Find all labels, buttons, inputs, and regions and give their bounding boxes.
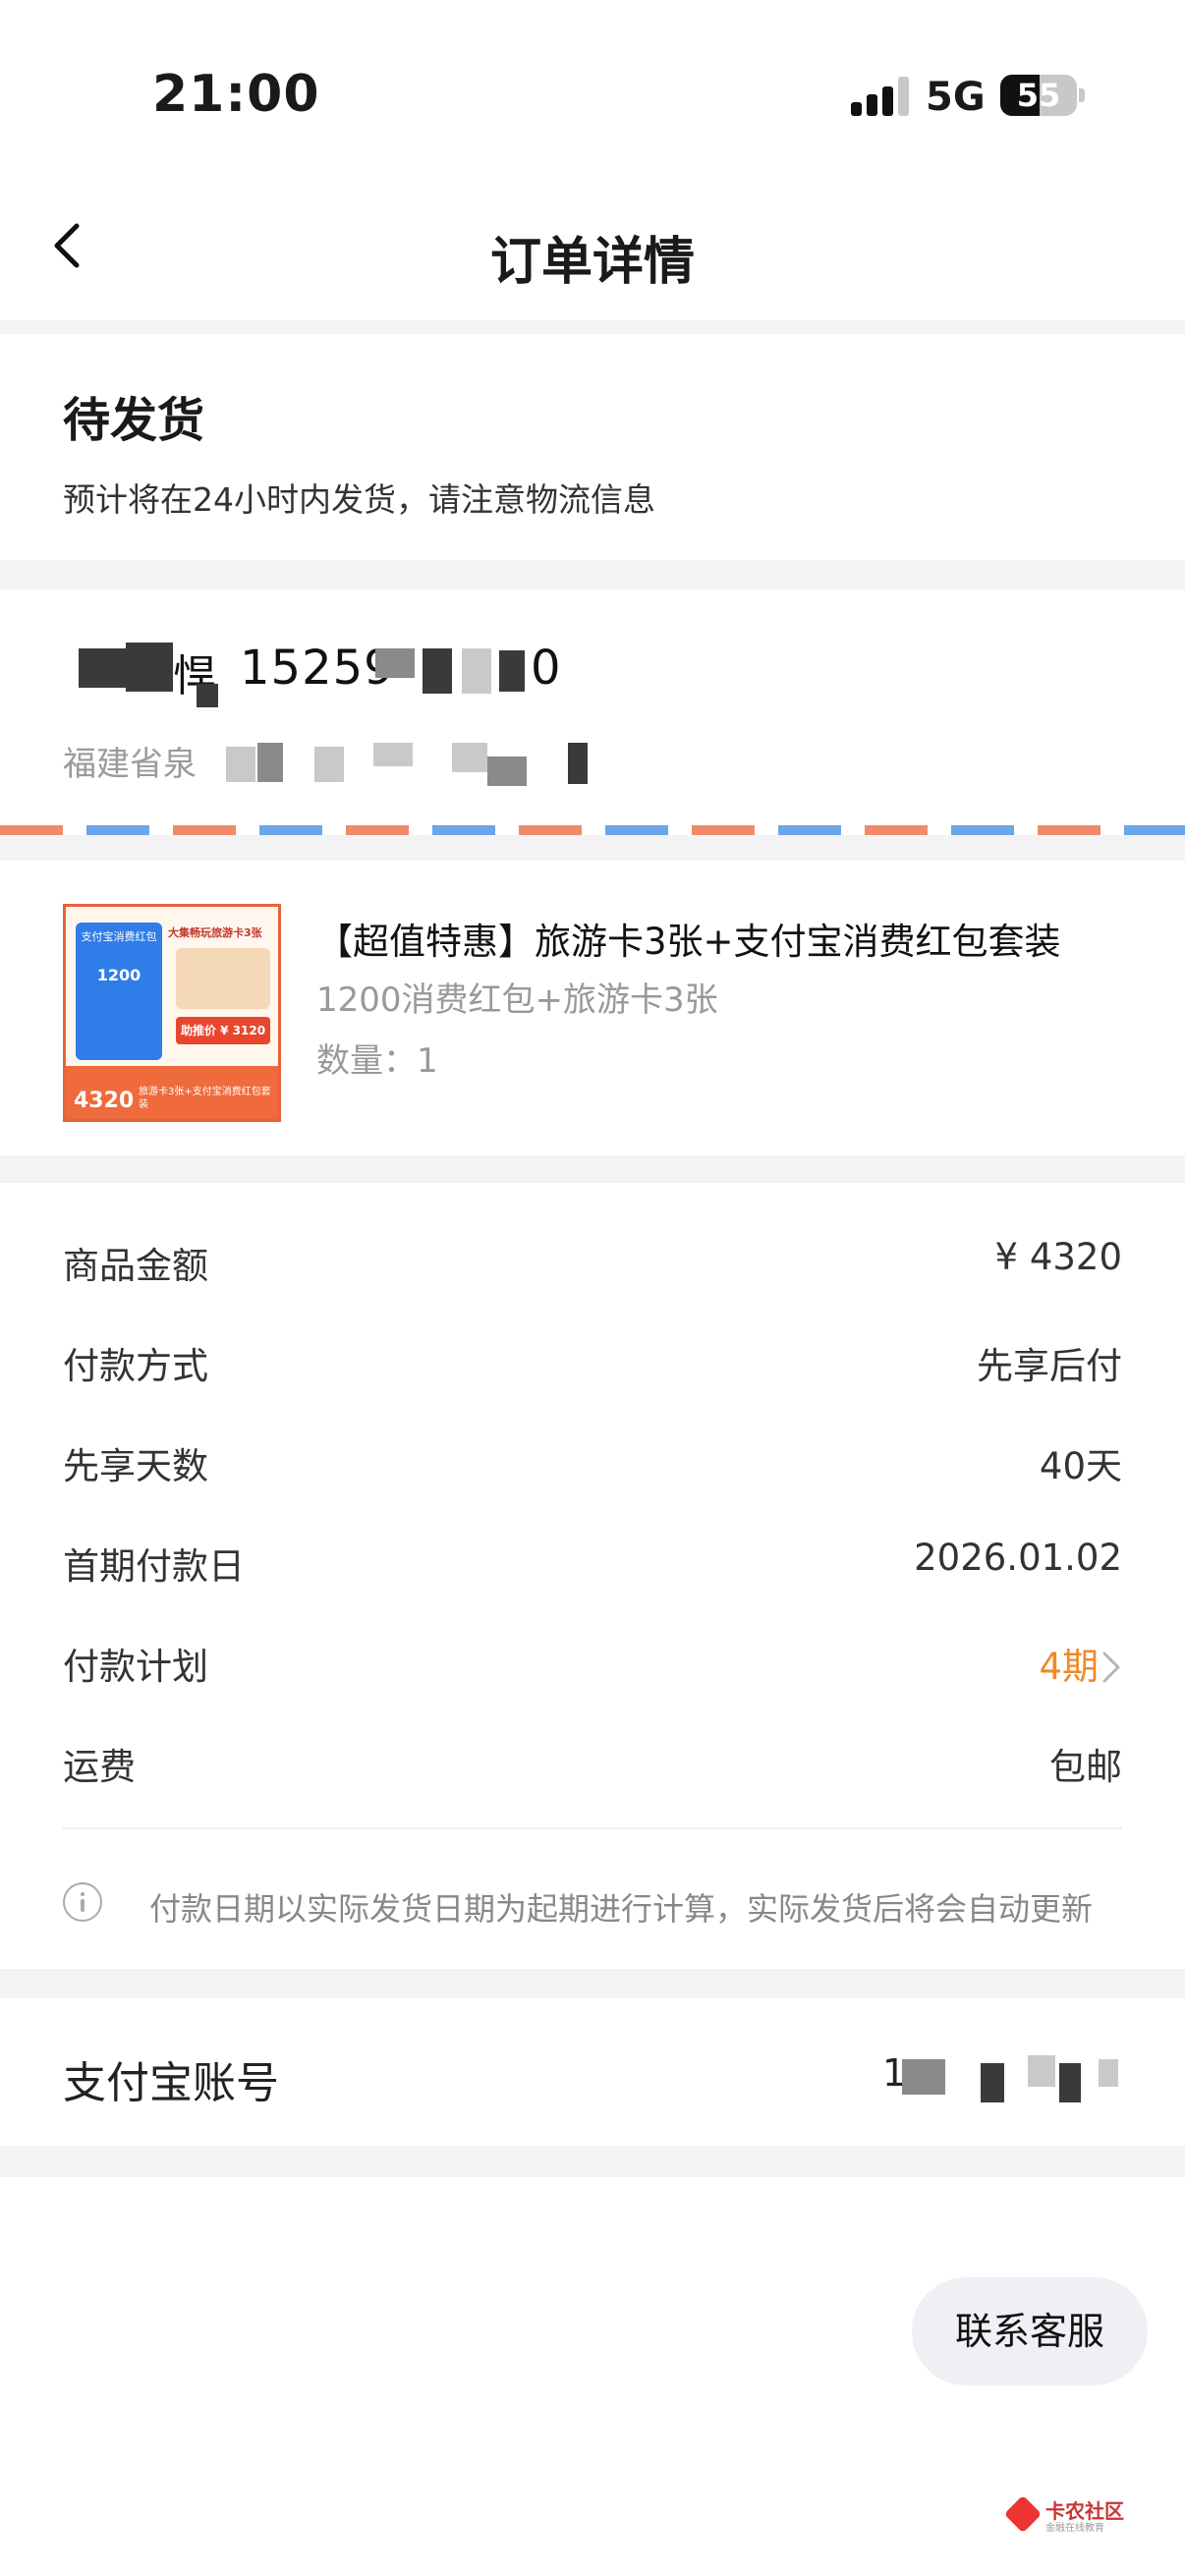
chevron-right-icon[interactable] — [1100, 1651, 1122, 1684]
redacted-phone-block — [423, 648, 452, 694]
payment-date-note: 付款日期以实际发货日期为起期进行计算，实际发货后将会自动更新 — [149, 1890, 1094, 1928]
redacted-name-block — [126, 643, 173, 692]
thumb-card-amount: 1200 — [96, 966, 141, 984]
redacted-account-block — [902, 2059, 945, 2095]
detail-label: 付款计划 — [63, 1646, 208, 1688]
detail-value: 包邮 — [1049, 1746, 1122, 1788]
thumb-price: 4320 — [74, 1089, 135, 1113]
alipay-account-card: 支付宝账号 1 — [0, 1998, 1185, 2146]
address-envelope-stripe — [0, 825, 1185, 835]
signal-icon — [851, 77, 910, 116]
recipient-phone: 15259 — [240, 641, 395, 696]
address-line: 福建省泉 — [63, 745, 197, 784]
address-card[interactable]: 悍 15259 0 福建省泉 — [0, 589, 1185, 835]
watermark-icon — [1003, 2494, 1043, 2534]
detail-value: 40天 — [1039, 1445, 1122, 1487]
alipay-account-label: 支付宝账号 — [63, 2058, 279, 2108]
order-status-card: 待发货 预计将在24小时内发货，请注意物流信息 — [0, 334, 1185, 560]
redacted-address-block — [226, 747, 255, 782]
redacted-account-block — [1028, 2055, 1055, 2087]
thumb-footer: 旅游卡3张+支付宝消费红包套装 — [139, 1087, 271, 1110]
redacted-address-block — [314, 747, 344, 782]
status-bar: 21:00 5G 55 — [0, 0, 1185, 177]
detail-label: 商品金额 — [63, 1245, 208, 1287]
detail-row-payment-method: 付款方式 先享后付 — [63, 1328, 1122, 1387]
product-quantity: 数量：1 — [316, 1041, 438, 1081]
network-type: 5G — [926, 75, 986, 120]
detail-label: 首期付款日 — [63, 1545, 245, 1588]
redacted-address-block — [568, 743, 588, 784]
contact-customer-service-button[interactable]: 联系客服 — [912, 2277, 1148, 2385]
redacted-address-block — [487, 756, 527, 786]
detail-label: 运费 — [63, 1746, 136, 1788]
payment-details-card: 商品金额 ¥ 4320 付款方式 先享后付 先享天数 40天 首期付款日 202… — [0, 1183, 1185, 1969]
battery-tip — [1079, 88, 1085, 102]
thumb-header: 大集畅玩旅游卡3张 — [168, 926, 262, 939]
redacted-phone-block — [375, 648, 415, 678]
order-status-title: 待发货 — [63, 393, 205, 448]
detail-row-shipping: 运费 包邮 — [63, 1729, 1122, 1788]
thumb-card-label: 支付宝消费红包 — [81, 930, 157, 943]
redacted-account-block — [981, 2063, 1004, 2102]
thumb-bottom-banner: 4320 旅游卡3张+支付宝消费红包套装 — [66, 1066, 278, 1119]
redacted-phone-block — [462, 648, 491, 694]
order-status-subtitle: 预计将在24小时内发货，请注意物流信息 — [63, 480, 655, 519]
product-title: 【超值特惠】旅游卡3张+支付宝消费红包套装 — [316, 921, 1061, 963]
redacted-account-block — [1099, 2059, 1118, 2087]
detail-row-payment-plan[interactable]: 付款计划 4期 — [63, 1629, 1122, 1688]
battery-icon: 55 — [1000, 75, 1077, 116]
battery-level: 55 — [1016, 77, 1061, 114]
page-title: 订单详情 — [489, 233, 695, 292]
thumb-redpacket-card: 支付宝消费红包 1200 — [76, 923, 162, 1060]
detail-row-first-payment-date: 首期付款日 2026.01.02 — [63, 1529, 1122, 1588]
redacted-name-block — [79, 648, 126, 688]
redacted-address-block — [257, 743, 283, 782]
thumb-help-price: 助推价 ¥ 3120 — [176, 1017, 270, 1044]
recipient-phone-suffix: 0 — [531, 641, 562, 696]
watermark-logo: 卡农社区 金融在线教育 — [1003, 2493, 1134, 2539]
redacted-address-block — [452, 743, 487, 772]
details-divider — [63, 1827, 1122, 1829]
detail-row-amount: 商品金额 ¥ 4320 — [63, 1228, 1122, 1287]
detail-label: 先享天数 — [63, 1445, 208, 1487]
detail-row-days: 先享天数 40天 — [63, 1428, 1122, 1487]
info-icon — [63, 1882, 102, 1922]
redacted-name-block — [197, 684, 218, 707]
watermark-subtext: 金融在线教育 — [1045, 2523, 1104, 2534]
detail-value: 2026.01.02 — [914, 1537, 1122, 1579]
product-thumbnail[interactable]: 支付宝消费红包 1200 大集畅玩旅游卡3张 助推价 ¥ 3120 4320 旅… — [63, 904, 281, 1122]
product-spec: 1200消费红包+旅游卡3张 — [316, 980, 718, 1020]
detail-value: ¥ 4320 — [994, 1236, 1122, 1278]
nav-bar: 订单详情 — [0, 177, 1185, 320]
detail-value: 先享后付 — [977, 1345, 1122, 1387]
product-card[interactable]: 支付宝消费红包 1200 大集畅玩旅游卡3张 助推价 ¥ 3120 4320 旅… — [0, 861, 1185, 1155]
redacted-account-block — [1059, 2063, 1081, 2102]
redacted-phone-block — [499, 650, 525, 692]
redacted-address-block — [373, 743, 413, 766]
payment-plan-value[interactable]: 4期 — [1039, 1637, 1099, 1690]
detail-label: 付款方式 — [63, 1345, 208, 1387]
thumb-gift-image — [176, 948, 270, 1009]
status-time: 21:00 — [152, 65, 320, 124]
